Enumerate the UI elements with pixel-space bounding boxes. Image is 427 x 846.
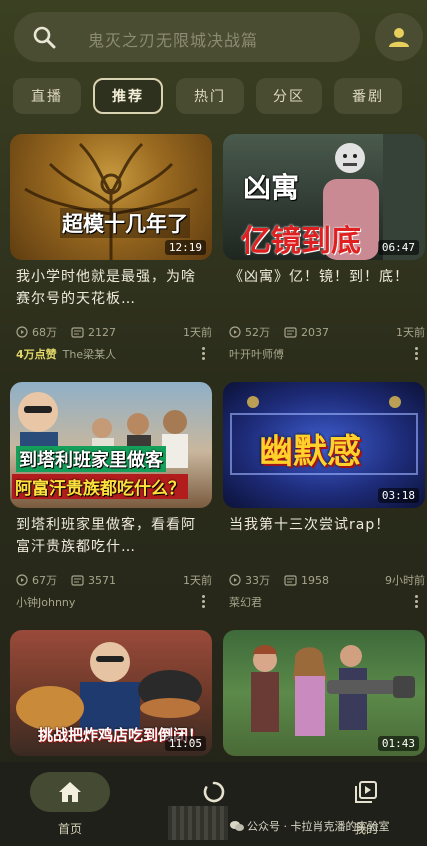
more-options-icon[interactable] — [413, 594, 419, 610]
video-card[interactable]: 挑战把炸鸡店吃到倒闭！ 11:05 — [10, 630, 212, 756]
video-card[interactable]: 超模十几年了 12:19 我小学时他就是最强，为啥赛尔号的天花板… 68万 21… — [10, 134, 212, 370]
video-thumbnail[interactable]: 到塔利班家里做客 阿富汗贵族都吃什么？ — [10, 382, 212, 508]
video-card[interactable]: 幽默感 03:18 当我第十三次尝试rap！ 33万 1958 9小时前 菜幻君 — [223, 382, 425, 618]
video-thumbnail[interactable]: 挑战把炸鸡店吃到倒闭！ 11:05 — [10, 630, 212, 756]
user-icon — [389, 28, 409, 47]
home-icon — [59, 782, 81, 802]
search-placeholder[interactable]: 鬼灭之刃无限城决战篇 — [88, 27, 258, 51]
view-count: 67万 — [32, 574, 57, 587]
play-count-icon — [16, 574, 28, 586]
video-card[interactable]: 到塔利班家里做客 阿富汗贵族都吃什么？ 到塔利班家里做客，看看阿富汗贵族都吃什…… — [10, 382, 212, 618]
more-options-icon[interactable] — [200, 594, 206, 610]
avatar-button[interactable] — [375, 13, 423, 61]
library-icon — [355, 781, 377, 803]
comment-icon — [284, 574, 297, 586]
upload-time: 1天前 — [183, 326, 212, 339]
upload-time: 1天前 — [183, 574, 212, 587]
play-count-icon — [16, 326, 28, 338]
search-bar[interactable]: 鬼灭之刃无限城决战篇 — [14, 12, 360, 62]
video-meta: 67万 3571 1天前 — [16, 572, 212, 588]
video-title[interactable]: 到塔利班家里做客，看看阿富汗贵族都吃什… — [16, 514, 208, 558]
thumbnail-caption: 幽默感 — [259, 432, 361, 472]
author-name[interactable]: 菜幻君 — [229, 594, 262, 610]
tab-category[interactable]: 分区 — [256, 78, 322, 114]
video-meta: 68万 2127 1天前 — [16, 324, 212, 340]
comment-icon — [284, 326, 297, 338]
view-count: 33万 — [245, 574, 270, 587]
duration-badge: 03:18 — [377, 488, 419, 503]
video-thumbnail[interactable]: 01:43 — [223, 630, 425, 756]
video-meta: 33万 1958 9小时前 — [229, 572, 425, 588]
video-title[interactable]: 《凶寓》亿！镜！到！底！ — [229, 266, 421, 288]
search-icon — [33, 26, 56, 49]
author-row: 叶开叶师傅 — [229, 346, 425, 362]
upload-time: 1天前 — [396, 326, 425, 339]
nav-home[interactable]: 首页 — [0, 762, 140, 846]
video-meta: 52万 2037 1天前 — [229, 324, 425, 340]
video-thumbnail[interactable]: 超模十几年了 12:19 — [10, 134, 212, 260]
tab-hot[interactable]: 热门 — [176, 78, 244, 114]
tab-recommend[interactable]: 推荐 — [93, 78, 163, 114]
thumbnail-caption-2: 亿镜到底 — [241, 224, 361, 259]
nav-home-label: 首页 — [57, 822, 82, 836]
refresh-icon — [203, 781, 225, 803]
tab-live[interactable]: 直播 — [13, 78, 81, 114]
video-thumbnail[interactable]: 凶寓 亿镜到底 06:47 — [223, 134, 425, 260]
video-title[interactable]: 我小学时他就是最强，为啥赛尔号的天花板… — [16, 266, 208, 310]
watermark-text: 公众号 · 卡拉肖克潘的实验室 — [247, 820, 390, 833]
category-tabs: 直播 推荐 热门 分区 番剧 — [0, 78, 427, 118]
comment-icon — [71, 574, 84, 586]
like-badge: 4万点赞 — [16, 348, 57, 361]
comment-count: 3571 — [88, 573, 116, 587]
video-title[interactable]: 当我第十三次尝试rap！ — [229, 514, 421, 536]
video-card[interactable]: 01:43 — [223, 630, 425, 756]
duration-badge: 11:05 — [164, 736, 206, 751]
author-name[interactable]: 小钟Johnny — [16, 594, 75, 610]
top-bar: 鬼灭之刃无限城决战篇 — [0, 0, 427, 72]
upload-time: 9小时前 — [385, 574, 425, 587]
author-name[interactable]: The梁某人 — [63, 346, 116, 362]
thumbnail-caption-2: 阿富汗贵族都吃什么？ — [12, 474, 188, 499]
author-row: 4万点赞 The梁某人 — [16, 346, 212, 362]
thumbnail-caption: 超模十几年了 — [60, 208, 190, 238]
more-options-icon[interactable] — [200, 346, 206, 362]
video-card[interactable]: 凶寓 亿镜到底 06:47 《凶寓》亿！镜！到！底！ 52万 2037 1天前 … — [223, 134, 425, 370]
watermark: 公众号 · 卡拉肖克潘的实验室 — [230, 818, 390, 834]
author-row: 菜幻君 — [229, 594, 425, 610]
thumbnail-caption-1: 到塔利班家里做客 — [16, 446, 166, 472]
author-name[interactable]: 叶开叶师傅 — [229, 346, 284, 362]
comment-count: 2127 — [88, 325, 116, 339]
play-count-icon — [229, 574, 241, 586]
duration-badge: 06:47 — [377, 240, 419, 255]
comment-icon — [71, 326, 84, 338]
duration-badge: 12:19 — [164, 240, 206, 255]
view-count: 52万 — [245, 326, 270, 339]
tab-anime[interactable]: 番剧 — [334, 78, 402, 114]
comment-count: 2037 — [301, 325, 329, 339]
play-count-icon — [229, 326, 241, 338]
video-thumbnail[interactable]: 幽默感 03:18 — [223, 382, 425, 508]
view-count: 68万 — [32, 326, 57, 339]
blurred-region — [168, 806, 228, 840]
wechat-icon — [230, 821, 244, 831]
more-options-icon[interactable] — [413, 346, 419, 362]
comment-count: 1958 — [301, 573, 329, 587]
author-row: 小钟Johnny — [16, 594, 212, 610]
thumbnail-caption-1: 凶寓 — [243, 171, 300, 204]
duration-badge: 01:43 — [377, 736, 419, 751]
